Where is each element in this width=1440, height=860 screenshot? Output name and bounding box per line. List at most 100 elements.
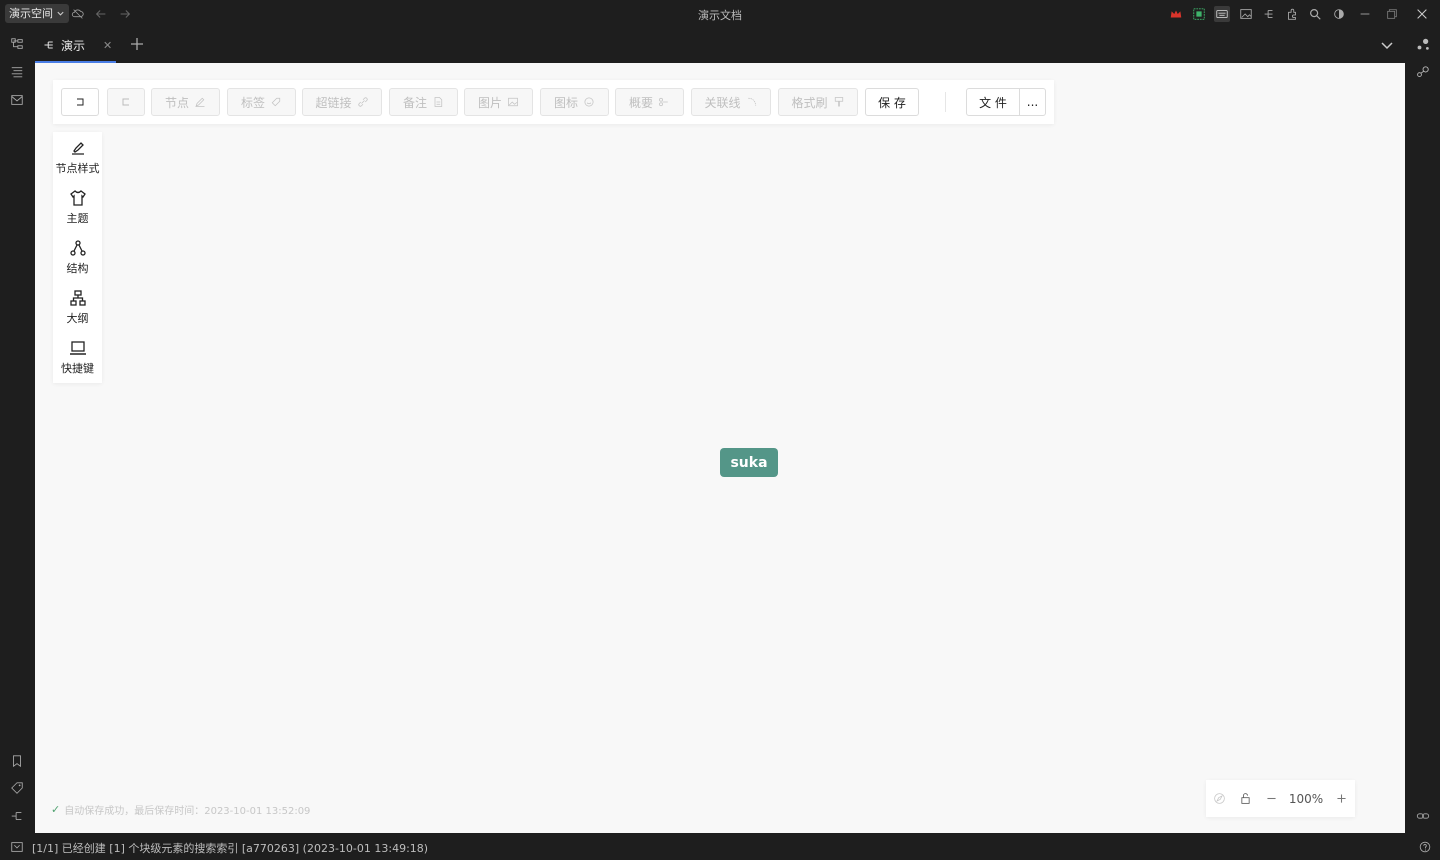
hyperlink-button-label: 超链接 xyxy=(315,95,352,110)
check-icon: ✓ xyxy=(51,803,61,816)
compass-icon xyxy=(1213,793,1225,804)
icon-button[interactable]: 图标 xyxy=(540,88,609,116)
pencil-icon xyxy=(195,97,205,107)
image-button[interactable]: 图片 xyxy=(464,88,533,116)
mindmap-tab-icon xyxy=(44,41,53,49)
smiley-icon xyxy=(584,97,594,107)
mindmap-canvas[interactable]: 节点 标签 超链接 备注 图片 图标 概要 关联线 格式刷 保 存 文 件 ..… xyxy=(35,63,1405,833)
workspace-label: 演示空间 xyxy=(9,7,53,20)
undo-button[interactable] xyxy=(61,88,99,116)
chevron-down-icon xyxy=(1381,42,1393,50)
tag-button[interactable]: 标签 xyxy=(227,88,296,116)
outline-icon xyxy=(69,289,86,306)
left-dock xyxy=(0,27,35,833)
tag-button-label: 标签 xyxy=(240,95,265,110)
global-graph-icon[interactable] xyxy=(1414,63,1432,81)
sidepanel-shortcuts-label: 快捷键 xyxy=(61,361,94,375)
bookmark-icon[interactable] xyxy=(8,752,26,770)
restore-icon[interactable] xyxy=(1384,6,1400,22)
format-brush-button[interactable]: 格式刷 xyxy=(778,88,858,116)
minimize-icon[interactable] xyxy=(1357,6,1373,22)
graph-view-icon[interactable] xyxy=(1414,35,1432,53)
note-icon xyxy=(434,97,443,107)
sidepanel-structure-label: 结构 xyxy=(66,261,89,275)
plus-icon xyxy=(1336,794,1346,803)
node-button-label: 节点 xyxy=(164,95,189,110)
tab-demo[interactable]: 演示 ✕ xyxy=(35,27,116,63)
note-button[interactable]: 备注 xyxy=(389,88,458,116)
structure-icon xyxy=(69,239,86,256)
more-button-label: ... xyxy=(1026,95,1039,109)
side-panel: 节点样式 主题 结构 大纲 快捷键 xyxy=(53,132,102,383)
laptop-icon xyxy=(69,340,86,355)
more-button[interactable]: ... xyxy=(1019,88,1046,116)
forward-icon xyxy=(122,98,129,106)
inbox-icon[interactable] xyxy=(8,91,26,109)
forward-arrow-icon[interactable] xyxy=(117,6,133,22)
tab-bar: 演示 ✕ xyxy=(35,27,1405,63)
zoom-in-button[interactable] xyxy=(1328,792,1354,805)
zoom-out-button[interactable] xyxy=(1258,792,1284,805)
link-icon xyxy=(357,97,368,107)
mindmap-icon[interactable] xyxy=(1261,6,1277,22)
close-icon[interactable] xyxy=(1414,6,1430,22)
sidepanel-outline[interactable]: 大纲 xyxy=(53,282,102,332)
search-icon[interactable] xyxy=(1307,6,1323,22)
back-icon xyxy=(77,98,84,106)
tab-list-button[interactable] xyxy=(1379,37,1395,53)
tag-icon[interactable] xyxy=(8,779,26,797)
sidepanel-node-style-label: 节点样式 xyxy=(55,161,100,175)
image-icon[interactable] xyxy=(1238,6,1254,22)
sidepanel-theme[interactable]: 主题 xyxy=(53,182,102,232)
tab-close-icon[interactable]: ✕ xyxy=(103,39,112,52)
dock-toggle-icon[interactable] xyxy=(8,838,26,856)
root-node[interactable]: suka xyxy=(720,448,778,477)
save-button-label: 保 存 xyxy=(878,95,906,110)
grid-status-icon[interactable] xyxy=(1191,6,1207,22)
file-button-label: 文 件 xyxy=(979,95,1007,110)
help-icon[interactable] xyxy=(1416,838,1434,856)
lock-button[interactable] xyxy=(1232,792,1258,805)
new-tab-button[interactable] xyxy=(129,36,147,54)
plus-icon xyxy=(131,38,143,50)
relation-line-button[interactable]: 关联线 xyxy=(691,88,771,116)
sidepanel-node-style[interactable]: 节点样式 xyxy=(53,132,102,182)
right-dock xyxy=(1405,27,1440,833)
plugin-icon[interactable] xyxy=(1284,6,1300,22)
title-bar: 演示空间 演示文档 xyxy=(0,0,1440,27)
theme-toggle-icon[interactable] xyxy=(1331,6,1347,22)
redo-button[interactable] xyxy=(107,88,145,116)
navigator-button[interactable] xyxy=(1206,792,1232,805)
highlighter-icon xyxy=(71,141,84,155)
format-brush-button-label: 格式刷 xyxy=(791,95,828,110)
mindmap-toolbar: 节点 标签 超链接 备注 图片 图标 概要 关联线 格式刷 保 存 文 件 ..… xyxy=(53,80,1054,124)
status-message: [1/1] 已经创建 [1] 个块级元素的搜索索引 [a770263] (202… xyxy=(32,842,429,855)
sidepanel-theme-label: 主题 xyxy=(66,211,89,225)
crown-icon[interactable] xyxy=(1168,6,1184,22)
summary-button[interactable]: 概要 xyxy=(615,88,684,116)
outline-list-icon[interactable] xyxy=(8,63,26,81)
file-button[interactable]: 文 件 xyxy=(966,88,1020,116)
unlock-icon xyxy=(1240,793,1250,804)
back-arrow-icon[interactable] xyxy=(93,6,109,22)
sidepanel-structure[interactable]: 结构 xyxy=(53,232,102,282)
backlink-icon[interactable] xyxy=(8,807,26,825)
shirt-icon xyxy=(69,189,86,206)
workspace-switcher[interactable]: 演示空间 xyxy=(5,4,69,23)
sync-off-icon[interactable] xyxy=(70,6,86,22)
sidepanel-outline-label: 大纲 xyxy=(66,311,89,325)
hyperlink-button[interactable]: 超链接 xyxy=(302,88,382,116)
tab-label: 演示 xyxy=(61,38,86,53)
node-button[interactable]: 节点 xyxy=(151,88,220,116)
link-icon[interactable] xyxy=(1414,807,1432,825)
zoom-controls: 100% xyxy=(1206,780,1355,817)
status-bar: [1/1] 已经创建 [1] 个块级元素的搜索索引 [a770263] (202… xyxy=(0,833,1440,860)
zoom-level: 100% xyxy=(1288,791,1324,806)
save-button[interactable]: 保 存 xyxy=(865,88,919,116)
relation-line-button-label: 关联线 xyxy=(704,95,741,110)
summary-icon xyxy=(659,97,668,107)
keyboard-icon[interactable] xyxy=(1214,6,1230,22)
sidepanel-shortcuts[interactable]: 快捷键 xyxy=(53,332,102,382)
autosave-text: 自动保存成功，最后保存时间：2023-10-01 13:52:09 xyxy=(64,806,311,817)
file-tree-icon[interactable] xyxy=(8,35,26,53)
